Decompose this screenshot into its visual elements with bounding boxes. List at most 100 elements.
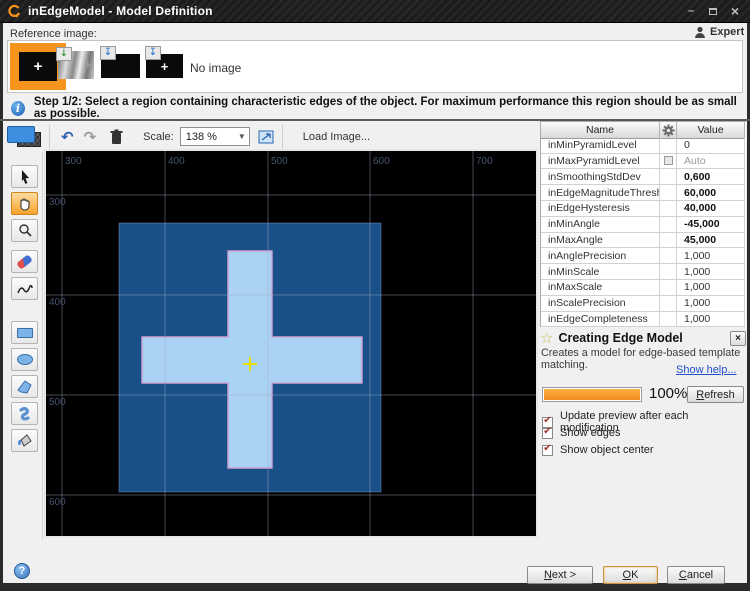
- param-spacer: [660, 138, 677, 154]
- param-value[interactable]: 45,000: [677, 233, 745, 249]
- fill-roi-tool-button[interactable]: [11, 429, 38, 452]
- hand-icon: [17, 196, 33, 212]
- cursor-arrow-icon: [17, 169, 33, 185]
- param-name[interactable]: inEdgeCompleteness: [541, 312, 660, 328]
- param-value[interactable]: 1,000: [677, 264, 745, 280]
- region-preview-icon[interactable]: [5, 124, 43, 149]
- param-spacer: [660, 312, 677, 328]
- column-header-settings[interactable]: [660, 122, 677, 139]
- zoom-tool-button[interactable]: [11, 219, 38, 242]
- option-show-object-center[interactable]: ✔ Show object center: [542, 444, 654, 456]
- help-button[interactable]: ?: [14, 563, 30, 579]
- cancel-button[interactable]: Cancel: [667, 566, 725, 584]
- import-badge-icon: ↧: [145, 46, 161, 60]
- maximize-button[interactable]: [706, 5, 720, 17]
- minimize-button[interactable]: –: [684, 5, 698, 17]
- param-value[interactable]: 0: [677, 138, 745, 154]
- param-value[interactable]: -45,000: [677, 217, 745, 233]
- param-name[interactable]: inMaxPyramidLevel: [541, 154, 660, 170]
- param-spacer: [660, 233, 677, 249]
- param-value[interactable]: 1,000: [677, 280, 745, 296]
- window-title: inEdgeModel - Model Definition: [28, 4, 213, 18]
- delete-trash-button[interactable]: [105, 129, 129, 145]
- info-icon: i: [11, 101, 25, 116]
- param-name[interactable]: inMaxScale: [541, 280, 660, 296]
- param-name[interactable]: inMinAngle: [541, 217, 660, 233]
- checkbox-checked[interactable]: ✔: [542, 445, 553, 456]
- param-value[interactable]: 60,000: [677, 185, 745, 201]
- help-panel-title: Creating Edge Model: [558, 331, 682, 345]
- param-value[interactable]: 1,000: [677, 312, 745, 328]
- param-spacer: [660, 280, 677, 296]
- progress-bar: [542, 387, 642, 402]
- title-bar[interactable]: inEdgeModel - Model Definition – ×: [0, 0, 750, 23]
- freehand-line-tool-button[interactable]: [11, 277, 38, 300]
- param-spacer: [660, 201, 677, 217]
- redo-button[interactable]: ↷: [79, 128, 102, 146]
- rectangle-roi-tool-button[interactable]: [11, 321, 38, 344]
- cursor-plus-icon: +: [84, 57, 92, 72]
- freeform-roi-tool-button[interactable]: [11, 402, 38, 425]
- chevron-down-icon: ▼: [238, 132, 246, 141]
- expert-mode-toggle[interactable]: Expert: [694, 26, 744, 38]
- refresh-button[interactable]: Refresh: [687, 386, 744, 403]
- option-show-edges[interactable]: ✔ Show edges: [542, 427, 621, 439]
- param-value[interactable]: Auto: [677, 154, 745, 170]
- step-instruction-text: Step 1/2: Select a region containing cha…: [34, 96, 750, 120]
- checkbox-checked[interactable]: ✔: [542, 428, 553, 439]
- param-spacer: [660, 248, 677, 264]
- close-button[interactable]: ×: [728, 5, 742, 17]
- import-badge-icon: ↧: [100, 46, 116, 60]
- scale-label: Scale:: [143, 131, 174, 143]
- fit-to-window-button[interactable]: [256, 128, 276, 146]
- check-icon: ✔: [543, 427, 551, 437]
- load-image-button[interactable]: Load Image...: [297, 128, 376, 146]
- model-definition-dialog: inEdgeModel - Model Definition – × Refer…: [0, 0, 750, 591]
- eraser-tool-button[interactable]: [11, 250, 38, 273]
- param-spacer: [660, 296, 677, 312]
- separator: [42, 152, 43, 540]
- param-name[interactable]: inScalePrecision: [541, 296, 660, 312]
- polygon-roi-tool-button[interactable]: [11, 375, 38, 398]
- param-name[interactable]: inMaxAngle: [541, 233, 660, 249]
- param-value[interactable]: 0,600: [677, 169, 745, 185]
- separator: [49, 125, 50, 149]
- next-button[interactable]: Next >: [527, 566, 593, 584]
- star-icon: ☆: [540, 329, 553, 347]
- pan-tool-button[interactable]: [11, 192, 38, 215]
- help-panel-close-button[interactable]: ×: [730, 331, 746, 346]
- param-value[interactable]: 1,000: [677, 248, 745, 264]
- parameter-table: Name Value inMinPyramidLevel 0 inMaxPyra…: [540, 121, 746, 327]
- check-icon: ✔: [543, 416, 551, 426]
- help-panel-header: ☆ Creating Edge Model ×: [540, 329, 746, 347]
- svg-text:600: 600: [373, 156, 390, 167]
- param-spacer: [660, 264, 677, 280]
- reference-image-strip: + ↓ + ↧ + ↧ No image: [7, 40, 743, 93]
- rectangle-icon: [17, 328, 33, 338]
- param-value[interactable]: 40,000: [677, 201, 745, 217]
- column-header-value[interactable]: Value: [677, 122, 745, 139]
- canvas-drawing: 300 400 500 600 700 300 400 500 600: [46, 151, 536, 536]
- scale-value: 138 %: [186, 131, 217, 143]
- undo-button[interactable]: ↶: [56, 128, 79, 146]
- reference-image-label: Reference image:: [10, 28, 97, 40]
- image-canvas[interactable]: 300 400 500 600 700 300 400 500 600: [44, 149, 538, 538]
- column-header-name[interactable]: Name: [541, 122, 660, 139]
- auto-checkbox[interactable]: [660, 154, 677, 170]
- ellipse-roi-tool-button[interactable]: [11, 348, 38, 371]
- param-value[interactable]: 1,000: [677, 296, 745, 312]
- param-name[interactable]: inEdgeHysteresis: [541, 201, 660, 217]
- canvas-toolbar: ↶ ↷ Scale: 138 % ▼ Load Image...: [0, 121, 540, 152]
- param-name[interactable]: inMinPyramidLevel: [541, 138, 660, 154]
- show-help-link[interactable]: Show help...: [676, 364, 737, 376]
- param-name[interactable]: inAnglePrecision: [541, 248, 660, 264]
- scale-combobox[interactable]: 138 % ▼: [180, 127, 250, 146]
- svg-text:400: 400: [168, 156, 185, 167]
- param-name[interactable]: inEdgeMagnitudeThreshold: [541, 185, 660, 201]
- select-tool-button[interactable]: [11, 165, 38, 188]
- svg-text:500: 500: [49, 397, 66, 408]
- gear-icon: [662, 124, 675, 137]
- param-name[interactable]: inSmoothingStdDev: [541, 169, 660, 185]
- param-name[interactable]: inMinScale: [541, 264, 660, 280]
- ok-button[interactable]: OK: [603, 566, 658, 584]
